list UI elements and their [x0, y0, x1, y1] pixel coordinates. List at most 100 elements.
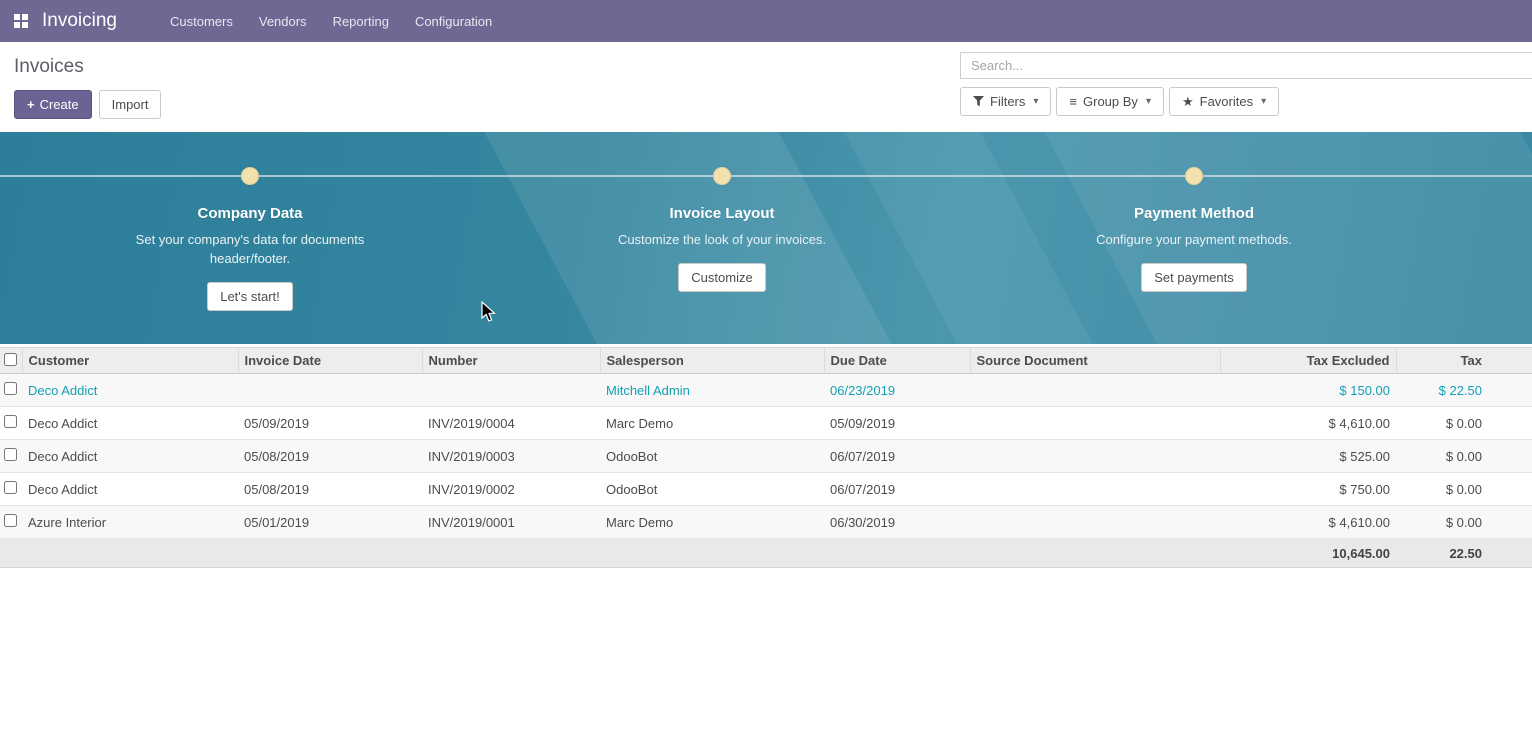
apps-menu-button[interactable]: [0, 0, 42, 42]
chevron-down-icon: ▾: [1146, 96, 1151, 107]
cell-customer[interactable]: Deco Addict: [22, 440, 238, 473]
filter-toolbar: Filters ▾ ≡ Group By ▾ ★ Favorites ▾: [960, 87, 1532, 116]
menu-configuration[interactable]: Configuration: [402, 0, 505, 42]
step-dot: [241, 167, 259, 185]
cell-due-date[interactable]: 06/07/2019: [824, 473, 970, 506]
apps-grid-icon: [14, 14, 28, 28]
table-row[interactable]: Deco Addict 05/09/2019 INV/2019/0004 Mar…: [0, 407, 1532, 440]
filters-button-label: Filters: [990, 94, 1025, 109]
filter-icon: [973, 96, 984, 107]
cell-customer[interactable]: Deco Addict: [22, 407, 238, 440]
step-title: Payment Method: [1134, 205, 1254, 222]
cell-invoice-date[interactable]: [238, 374, 422, 407]
onboarding-step-invoice-layout: Invoice Layout Customize the look of you…: [486, 132, 958, 311]
select-all-checkbox[interactable]: [4, 353, 17, 366]
create-button[interactable]: +Create: [14, 90, 92, 119]
menu-reporting[interactable]: Reporting: [320, 0, 402, 42]
action-buttons: +Create Import: [14, 90, 161, 119]
control-panel-left: Invoices +Create Import: [14, 52, 161, 119]
column-header-due-date[interactable]: Due Date: [824, 348, 970, 374]
import-button[interactable]: Import: [99, 90, 162, 119]
onboarding-steps: Company Data Set your company's data for…: [0, 132, 1532, 311]
table-row[interactable]: Deco Addict Mitchell Admin 06/23/2019 $ …: [0, 374, 1532, 407]
cell-tax[interactable]: $ 0.00: [1396, 473, 1532, 506]
column-header-number[interactable]: Number: [422, 348, 600, 374]
cell-customer[interactable]: Deco Addict: [22, 374, 238, 407]
lets-start-button[interactable]: Let's start!: [207, 282, 293, 311]
row-checkbox[interactable]: [4, 448, 17, 461]
cell-salesperson[interactable]: OdooBot: [600, 440, 824, 473]
cell-source-document[interactable]: [970, 374, 1220, 407]
set-payments-button[interactable]: Set payments: [1141, 263, 1247, 292]
cell-customer[interactable]: Deco Addict: [22, 473, 238, 506]
row-checkbox[interactable]: [4, 415, 17, 428]
cell-tax-excluded[interactable]: $ 750.00: [1220, 473, 1396, 506]
navbar-menu: Customers Vendors Reporting Configuratio…: [157, 0, 505, 42]
control-panel: Invoices +Create Import Filters ▾ ≡ Grou…: [0, 42, 1532, 130]
column-header-source-document[interactable]: Source Document: [970, 348, 1220, 374]
chevron-down-icon: ▾: [1033, 96, 1038, 107]
cell-tax[interactable]: $ 0.00: [1396, 440, 1532, 473]
search-input[interactable]: [960, 52, 1532, 79]
cell-number[interactable]: INV/2019/0002: [422, 473, 600, 506]
cell-invoice-date[interactable]: 05/09/2019: [238, 407, 422, 440]
menu-customers[interactable]: Customers: [157, 0, 246, 42]
cell-tax-excluded[interactable]: $ 4,610.00: [1220, 407, 1396, 440]
table-header-row: Customer Invoice Date Number Salesperson…: [0, 348, 1532, 374]
cell-source-document[interactable]: [970, 473, 1220, 506]
cell-source-document[interactable]: [970, 440, 1220, 473]
filters-button[interactable]: Filters ▾: [960, 87, 1051, 116]
customize-button[interactable]: Customize: [678, 263, 765, 292]
cell-invoice-date[interactable]: 05/08/2019: [238, 473, 422, 506]
cell-tax-excluded[interactable]: $ 525.00: [1220, 440, 1396, 473]
cell-source-document[interactable]: [970, 407, 1220, 440]
column-header-salesperson[interactable]: Salesperson: [600, 348, 824, 374]
cell-number[interactable]: [422, 374, 600, 407]
favorites-button[interactable]: ★ Favorites ▾: [1169, 87, 1279, 116]
cell-tax[interactable]: $ 0.00: [1396, 407, 1532, 440]
total-tax: 22.50: [1396, 539, 1532, 568]
cell-customer[interactable]: Azure Interior: [22, 506, 238, 539]
row-checkbox[interactable]: [4, 481, 17, 494]
step-description: Configure your payment methods.: [1096, 231, 1292, 250]
onboarding-step-company-data: Company Data Set your company's data for…: [14, 132, 486, 311]
chevron-down-icon: ▾: [1261, 96, 1266, 107]
column-header-tax-excluded[interactable]: Tax Excluded: [1220, 348, 1396, 374]
cell-due-date[interactable]: 06/30/2019: [824, 506, 970, 539]
cell-number[interactable]: INV/2019/0004: [422, 407, 600, 440]
cell-tax[interactable]: $ 22.50: [1396, 374, 1532, 407]
page-title: Invoices: [14, 56, 161, 78]
cell-tax-excluded[interactable]: $ 4,610.00: [1220, 506, 1396, 539]
cell-salesperson[interactable]: OdooBot: [600, 473, 824, 506]
cell-number[interactable]: INV/2019/0003: [422, 440, 600, 473]
cell-due-date[interactable]: 06/07/2019: [824, 440, 970, 473]
cell-due-date[interactable]: 06/23/2019: [824, 374, 970, 407]
step-title: Invoice Layout: [669, 205, 774, 222]
cell-invoice-date[interactable]: 05/08/2019: [238, 440, 422, 473]
cell-salesperson[interactable]: Marc Demo: [600, 407, 824, 440]
table-row[interactable]: Deco Addict 05/08/2019 INV/2019/0003 Odo…: [0, 440, 1532, 473]
column-header-customer[interactable]: Customer: [22, 348, 238, 374]
column-header-invoice-date[interactable]: Invoice Date: [238, 348, 422, 374]
cell-tax[interactable]: $ 0.00: [1396, 506, 1532, 539]
row-checkbox[interactable]: [4, 514, 17, 527]
app-name[interactable]: Invoicing: [42, 10, 117, 32]
cell-number[interactable]: INV/2019/0001: [422, 506, 600, 539]
cell-source-document[interactable]: [970, 506, 1220, 539]
step-description: Customize the look of your invoices.: [618, 231, 826, 250]
menu-vendors[interactable]: Vendors: [246, 0, 320, 42]
column-header-tax[interactable]: Tax: [1396, 348, 1532, 374]
table-row[interactable]: Deco Addict 05/08/2019 INV/2019/0002 Odo…: [0, 473, 1532, 506]
table-row[interactable]: Azure Interior 05/01/2019 INV/2019/0001 …: [0, 506, 1532, 539]
cell-salesperson[interactable]: Mitchell Admin: [600, 374, 824, 407]
cell-due-date[interactable]: 05/09/2019: [824, 407, 970, 440]
plus-icon: +: [27, 97, 35, 112]
cell-salesperson[interactable]: Marc Demo: [600, 506, 824, 539]
onboarding-banner: Company Data Set your company's data for…: [0, 132, 1532, 344]
cell-tax-excluded[interactable]: $ 150.00: [1220, 374, 1396, 407]
control-panel-right: Filters ▾ ≡ Group By ▾ ★ Favorites ▾: [960, 52, 1532, 119]
cell-invoice-date[interactable]: 05/01/2019: [238, 506, 422, 539]
group-by-button[interactable]: ≡ Group By ▾: [1056, 87, 1164, 116]
row-checkbox[interactable]: [4, 382, 17, 395]
top-navbar: Invoicing Customers Vendors Reporting Co…: [0, 0, 1532, 42]
